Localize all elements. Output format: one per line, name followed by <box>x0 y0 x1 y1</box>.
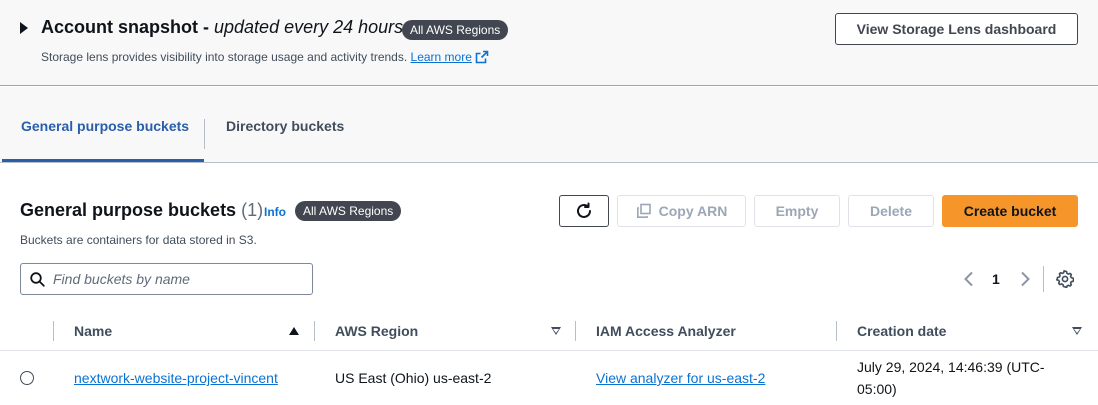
row-select-radio[interactable] <box>20 371 34 385</box>
tab-directory-buckets[interactable]: Directory buckets <box>226 118 344 134</box>
column-header-region[interactable]: AWS Region <box>335 323 418 339</box>
copy-arn-button[interactable]: Copy ARN <box>617 195 746 227</box>
bucket-tabs: General purpose buckets Directory bucket… <box>0 87 1098 163</box>
column-divider[interactable] <box>314 321 315 341</box>
tab-general-purpose-buckets[interactable]: General purpose buckets <box>21 118 189 134</box>
sort-ascending-icon[interactable] <box>289 327 299 335</box>
sort-descending-icon[interactable] <box>1072 327 1082 335</box>
settings-icon[interactable] <box>1056 270 1074 288</box>
section-title: General purpose buckets (1) <box>20 200 263 221</box>
column-divider <box>53 321 54 341</box>
snapshot-description-text: Storage lens provides visibility into st… <box>41 50 411 64</box>
snapshot-description: Storage lens provides visibility into st… <box>41 50 489 64</box>
creation-date-line-1: July 29, 2024, 14:46:39 (UTC- <box>857 359 1045 375</box>
section-region-badge: All AWS Regions <box>295 201 402 221</box>
empty-button[interactable]: Empty <box>754 195 840 227</box>
account-snapshot-panel: Account snapshot - updated every 24 hour… <box>0 0 1098 86</box>
chevron-left-icon[interactable] <box>962 271 976 287</box>
section-description: Buckets are containers for data stored i… <box>20 233 257 247</box>
bucket-count: (1) <box>241 200 264 220</box>
section-title-text: General purpose buckets <box>20 200 237 220</box>
search-box <box>20 263 313 295</box>
refresh-button[interactable] <box>559 195 609 227</box>
snapshot-subtitle: updated every 24 hours <box>214 17 404 37</box>
copy-icon <box>636 203 651 218</box>
column-header-name[interactable]: Name <box>74 323 112 339</box>
creation-date-line-2: 05:00) <box>857 381 897 397</box>
region-badge: All AWS Regions <box>402 20 509 40</box>
sort-descending-icon[interactable] <box>551 327 561 335</box>
bucket-name-link[interactable]: nextwork-website-project-vincent <box>74 370 278 386</box>
snapshot-title-text: Account snapshot - <box>41 17 215 37</box>
delete-button[interactable]: Delete <box>848 195 934 227</box>
pager-divider <box>1043 266 1044 292</box>
active-tab-indicator <box>2 159 204 162</box>
column-divider[interactable] <box>836 321 837 341</box>
tab-divider <box>204 119 205 149</box>
learn-more-label: Learn more <box>410 50 472 64</box>
column-header-access-analyzer: IAM Access Analyzer <box>596 323 736 339</box>
account-snapshot-title[interactable]: Account snapshot - updated every 24 hour… <box>41 17 403 38</box>
column-divider[interactable] <box>575 321 576 341</box>
view-storage-lens-button[interactable]: View Storage Lens dashboard <box>835 13 1078 45</box>
column-header-creation-date[interactable]: Creation date <box>857 323 946 339</box>
current-page-number[interactable]: 1 <box>992 271 1000 287</box>
caret-right-icon[interactable] <box>20 22 28 34</box>
view-analyzer-link[interactable]: View analyzer for us-east-2 <box>596 370 765 386</box>
search-icon <box>30 272 45 287</box>
search-input[interactable] <box>53 270 303 288</box>
external-link-icon <box>475 50 489 64</box>
table-row: nextwork-website-project-vincent US East… <box>0 351 1098 405</box>
create-bucket-button[interactable]: Create bucket <box>942 195 1078 227</box>
bucket-region: US East (Ohio) us-east-2 <box>335 370 492 386</box>
info-link[interactable]: Info <box>264 205 286 219</box>
table-header: Name AWS Region IAM Access Analyzer Crea… <box>0 312 1098 351</box>
copy-arn-label: Copy ARN <box>658 203 728 219</box>
learn-more-link[interactable]: Learn more <box>411 50 489 64</box>
chevron-right-icon[interactable] <box>1018 271 1032 287</box>
refresh-icon <box>577 202 591 218</box>
